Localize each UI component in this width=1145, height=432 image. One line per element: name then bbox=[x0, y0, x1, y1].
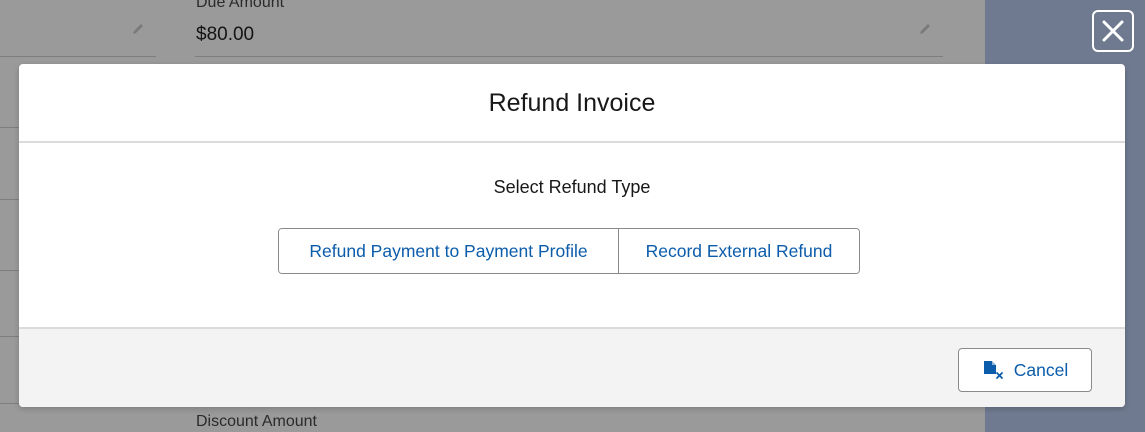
background-field-underline bbox=[195, 56, 943, 57]
cancel-label: Cancel bbox=[1013, 359, 1069, 380]
modal-header: Refund Invoice bbox=[19, 64, 1125, 143]
cancel-button[interactable]: Cancel bbox=[958, 348, 1092, 392]
refund-type-button-group: Refund Payment to Payment Profile Record… bbox=[278, 228, 860, 274]
modal-footer: Cancel bbox=[19, 327, 1125, 407]
pencil-icon bbox=[920, 24, 930, 34]
divider bbox=[0, 270, 19, 271]
divider bbox=[0, 403, 19, 404]
pencil-icon bbox=[133, 24, 143, 34]
divider bbox=[0, 199, 19, 200]
due-amount-value: $80.00 bbox=[196, 24, 255, 45]
modal-title: Refund Invoice bbox=[488, 89, 656, 117]
discount-amount-label: Discount Amount bbox=[196, 413, 317, 430]
close-button[interactable] bbox=[1092, 10, 1134, 52]
modal-body: Select Refund Type Refund Payment to Pay… bbox=[19, 143, 1125, 327]
due-amount-label: Due Amount bbox=[196, 0, 285, 11]
record-external-refund-button[interactable]: Record External Refund bbox=[619, 229, 859, 273]
close-icon bbox=[1102, 20, 1124, 42]
divider bbox=[0, 336, 19, 337]
refund-invoice-modal: Refund Invoice Select Refund Type Refund… bbox=[19, 64, 1125, 407]
background-field-underline bbox=[0, 56, 156, 57]
refund-to-payment-profile-button[interactable]: Refund Payment to Payment Profile bbox=[279, 229, 619, 273]
refund-type-label: Select Refund Type bbox=[493, 177, 651, 197]
background-left-dividers bbox=[0, 0, 19, 432]
divider bbox=[0, 127, 19, 128]
page: Due Amount $80.00 Discount Amount Refund… bbox=[0, 0, 1145, 432]
document-cancel-icon bbox=[983, 361, 1003, 379]
